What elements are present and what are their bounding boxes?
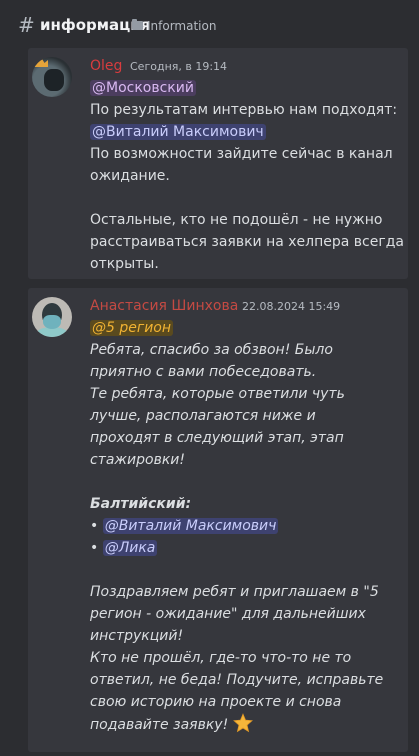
- folder-icon: [132, 19, 143, 30]
- message-line: Ребята, спасибо за обзвон! Было: [90, 342, 333, 358]
- role-mention[interactable]: @Московский: [90, 80, 196, 96]
- message-line: ответил, не беда! Подучите, исправьте: [90, 672, 384, 688]
- message-line: @Московский: [90, 77, 400, 99]
- message-anastasia[interactable]: Анастасия Шинхова 22.08.2024 15:49 @5 ре…: [28, 288, 408, 752]
- message-line: свою историю на проекте и снова: [90, 694, 342, 710]
- message-line: стажировки!: [90, 452, 186, 468]
- avatar-figure: [44, 69, 64, 91]
- user-mention[interactable]: @Виталий Максимович: [102, 518, 279, 534]
- message-line: @Виталий Максимович: [90, 121, 400, 143]
- message-line: [90, 471, 400, 493]
- bullet: •: [90, 518, 99, 534]
- message-line: ожидание.: [90, 168, 170, 184]
- message-content: @Московский По результатам интервью нам …: [90, 77, 404, 275]
- message-line: @5 регион: [90, 317, 400, 339]
- avatar[interactable]: [32, 297, 72, 337]
- avatar-mask: [43, 315, 61, 329]
- message-line: открыты.: [90, 256, 159, 272]
- user-mention[interactable]: @Лика: [102, 540, 158, 556]
- message-line: Те ребята, которые ответили чуть: [90, 386, 345, 402]
- message-line: По возможности зайдите сейчас в канал: [90, 146, 393, 162]
- message-line: приятно с вами побеседовать.: [90, 364, 317, 380]
- message-line: инструкций!: [90, 628, 184, 644]
- crown-icon: [34, 57, 48, 67]
- message-line: Остальные, кто не подошёл - не нужно: [90, 212, 383, 228]
- message-line: [90, 187, 400, 209]
- bullet-item: • @Виталий Максимович: [90, 515, 400, 537]
- message-text: подавайте заявку!: [90, 717, 229, 733]
- channel-hash-icon: #: [18, 13, 35, 37]
- channel-topic[interactable]: Information: [147, 18, 216, 34]
- avatar[interactable]: [32, 57, 72, 97]
- section-heading: Балтийский:: [90, 496, 192, 512]
- user-mention[interactable]: @Виталий Максимович: [90, 124, 266, 140]
- message-line: [90, 559, 400, 581]
- message-line: лучше, располагаются ниже и: [90, 408, 316, 424]
- message-line: Кто не прошёл, где-то что-то не то: [90, 650, 352, 666]
- author-name[interactable]: Анастасия Шинхова: [90, 297, 238, 315]
- role-mention[interactable]: @5 регион: [90, 320, 174, 336]
- message-line: Поздравляем ребят и приглашаем в "5: [90, 584, 379, 600]
- message-line: проходят в следующий этап, этап: [90, 430, 344, 446]
- timestamp: Сегодня, в 19:14: [130, 60, 228, 73]
- message-oleg[interactable]: Oleg Сегодня, в 19:14 @Московский По рез…: [28, 48, 408, 279]
- message-line: По результатам интервью нам подходят:: [90, 102, 398, 118]
- timestamp: 22.08.2024 15:49: [242, 300, 341, 313]
- bullet: •: [90, 540, 99, 556]
- star-emoji-icon[interactable]: [232, 713, 253, 733]
- author-name[interactable]: Oleg: [90, 57, 122, 75]
- message-content: @5 регион Ребята, спасибо за обзвон! Был…: [90, 317, 400, 736]
- channel-header: # информация Information: [0, 0, 419, 52]
- message-line: расстраиваться заявки на хелпера всегда: [90, 234, 404, 250]
- message-line: подавайте заявку!: [90, 713, 400, 736]
- message-line: регион - ожидание" для дальнейших: [90, 606, 366, 622]
- bullet-item: • @Лика: [90, 537, 400, 559]
